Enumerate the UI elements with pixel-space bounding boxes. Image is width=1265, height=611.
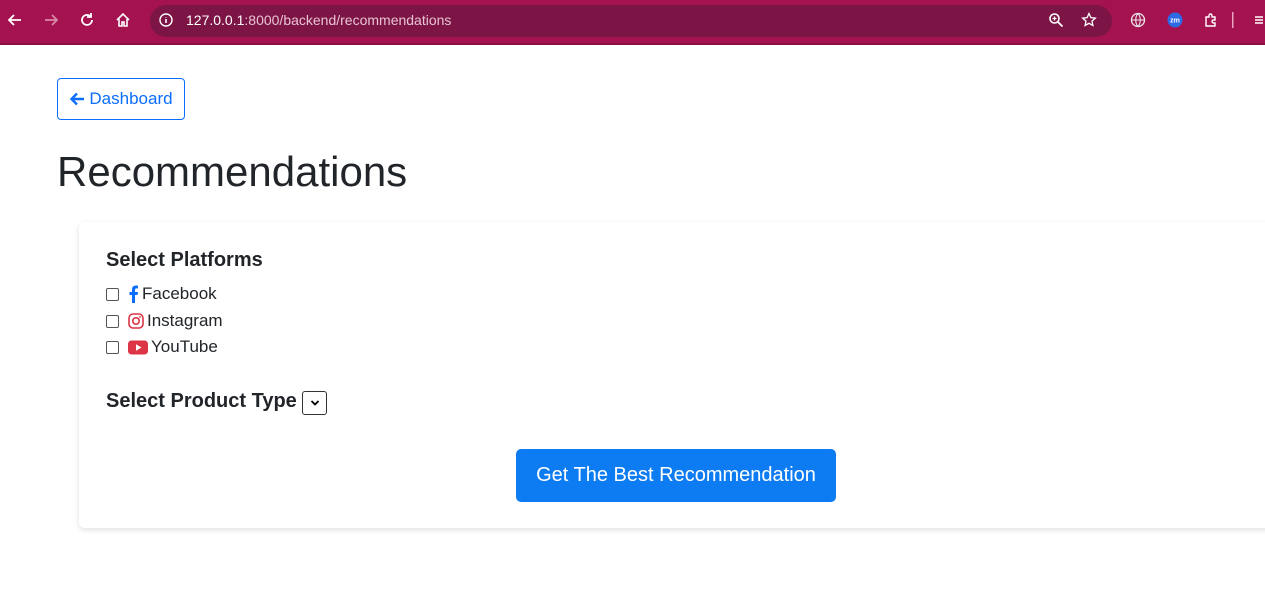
dashboard-back-label: Dashboard	[89, 89, 173, 108]
platforms-heading: Select Platforms	[106, 249, 263, 271]
reload-icon[interactable]	[76, 9, 98, 31]
facebook-icon	[128, 285, 139, 303]
youtube-icon	[128, 340, 148, 355]
facebook-checkbox[interactable]	[106, 287, 119, 301]
product-type-heading: Select Product Type	[106, 390, 297, 412]
platform-option-instagram: Instagram	[106, 310, 223, 332]
youtube-checkbox[interactable]	[106, 340, 119, 354]
svg-text:zm: zm	[1170, 18, 1180, 25]
instagram-checkbox[interactable]	[106, 314, 119, 328]
get-recommendation-label: Get The Best Recommendation	[536, 464, 816, 486]
youtube-label: YouTube	[151, 337, 218, 356]
site-info-icon[interactable]	[155, 9, 177, 31]
home-icon[interactable]	[112, 9, 134, 31]
instagram-icon	[128, 313, 144, 329]
facebook-label: Facebook	[142, 284, 217, 303]
url-text[interactable]: 127.0.0.1:8000/backend/recommendations	[186, 12, 451, 28]
toolbar-separator	[1232, 9, 1234, 31]
forward-arrow-icon[interactable]	[40, 9, 62, 31]
chevron-down-icon	[310, 400, 319, 406]
url-path: :8000/backend/recommendations	[244, 12, 452, 28]
bookmark-star-icon[interactable]	[1078, 9, 1100, 31]
product-type-select[interactable]	[302, 391, 327, 415]
instagram-label: Instagram	[147, 311, 223, 330]
page-title: Recommendations	[57, 148, 408, 195]
arrow-left-icon	[70, 92, 85, 106]
url-host: 127.0.0.1	[186, 12, 245, 28]
globe-extension-icon[interactable]	[1127, 9, 1149, 31]
dashboard-back-button[interactable]: Dashboard	[57, 78, 185, 120]
toolbar-divider	[0, 43, 1265, 45]
platform-option-facebook: Facebook	[106, 283, 217, 305]
menu-icon[interactable]	[1252, 9, 1265, 31]
get-recommendation-button[interactable]: Get The Best Recommendation	[516, 449, 836, 502]
zoom-icon[interactable]	[1045, 9, 1067, 31]
extensions-puzzle-icon[interactable]	[1200, 9, 1222, 31]
back-arrow-icon[interactable]	[4, 9, 26, 31]
zoom-extension-icon[interactable]: zm	[1164, 9, 1186, 31]
platform-option-youtube: YouTube	[106, 336, 218, 358]
